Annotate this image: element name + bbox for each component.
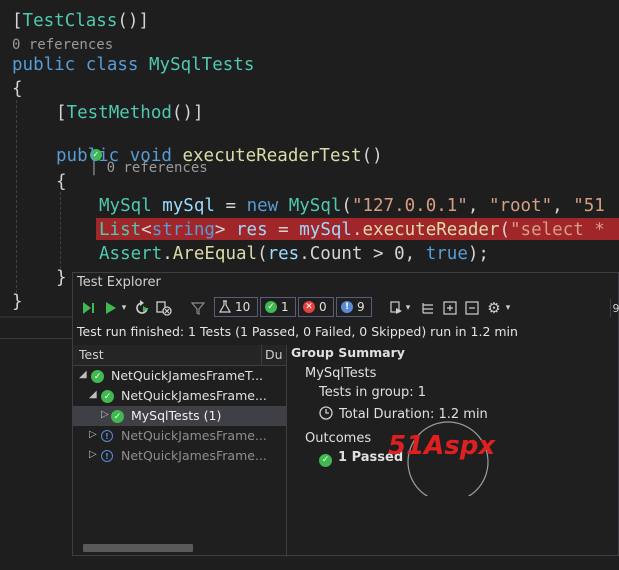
- pass-check-icon: ✓: [111, 410, 124, 423]
- filter-button[interactable]: [189, 299, 207, 317]
- indent-guide: [16, 100, 17, 298]
- pass-check-icon: ✓: [265, 301, 277, 313]
- info-exclamation-icon: !: [341, 301, 353, 313]
- chevron-down-icon: ▾: [405, 303, 411, 313]
- column-divider: [261, 345, 262, 365]
- summary-passed: ✓ 1 Passed: [319, 450, 403, 467]
- test-explorer-panel: Test Explorer ▾ 10 ✓ 1 ✕ 0 ! 9 ▾ ⚙ ▾ 9 T…: [72, 272, 619, 557]
- info-exclamation-icon: !: [101, 430, 113, 442]
- run-status-text: Test run finished: 1 Tests (1 Passed, 0 …: [77, 324, 518, 339]
- cancel-icon: [156, 301, 172, 316]
- code-line-8: List<string> res = mySql.executeReader("…: [99, 220, 605, 240]
- hierarchy-icon: [422, 303, 433, 314]
- code-line-5: public void executeReaderTest(): [56, 146, 383, 166]
- summary-heading: Group Summary: [291, 345, 405, 360]
- tree-item-mysqltests[interactable]: ▷ ✓ MySqlTests (1): [73, 406, 286, 426]
- clock-icon: [319, 406, 333, 420]
- flask-icon: [219, 300, 231, 313]
- tree-item-project[interactable]: ◢ ✓ NetQuickJamesFrameT...: [73, 366, 286, 386]
- info-exclamation-icon: !: [101, 450, 113, 462]
- summary-duration: Total Duration: 1.2 min: [319, 404, 488, 422]
- summary-tests-in-group: Tests in group: 1: [319, 385, 427, 400]
- test-explorer-title: Test Explorer: [77, 275, 161, 290]
- code-line-7: MySql mySql = new MySql("127.0.0.1", "ro…: [99, 196, 605, 216]
- code-line-9: Assert.AreEqual(res.Count > 0, true);: [99, 244, 489, 264]
- column-duration[interactable]: Du: [265, 347, 283, 362]
- filter-icon: [191, 302, 205, 315]
- collapse-all-button[interactable]: [463, 299, 481, 317]
- group-by-button[interactable]: [419, 299, 437, 317]
- code-line-2: public class MySqlTests: [12, 55, 255, 75]
- pane-splitter[interactable]: [286, 345, 287, 557]
- expand-plus-icon: [443, 301, 457, 315]
- pass-check-icon: ✓: [319, 453, 332, 467]
- playlist-dropdown[interactable]: ▾: [403, 299, 413, 317]
- run-button[interactable]: [101, 299, 119, 317]
- not-run-tests-counter[interactable]: ! 9: [336, 297, 372, 317]
- code-line-6: {: [56, 172, 67, 192]
- code-line-1: [TestClass()]: [12, 11, 149, 31]
- passed-tests-counter[interactable]: ✓ 1: [260, 297, 296, 317]
- codelens-class-references[interactable]: 0 references: [12, 37, 113, 53]
- settings-button[interactable]: ⚙: [485, 299, 503, 317]
- chevron-down-icon: ▾: [121, 303, 127, 313]
- run-dropdown[interactable]: ▾: [119, 299, 129, 317]
- run-all-icon: [83, 302, 94, 314]
- summary-outcomes: Outcomes: [305, 431, 372, 446]
- fail-x-icon: ✕: [303, 301, 315, 313]
- tree-item-namespace[interactable]: ◢ ✓ NetQuickJamesFrame...: [73, 386, 286, 406]
- search-box-edge[interactable]: 9: [610, 299, 619, 317]
- expanded-triangle-icon: ◢: [89, 389, 97, 400]
- failed-tests-counter[interactable]: ✕ 0: [298, 297, 334, 317]
- expanded-triangle-icon: ◢: [79, 369, 87, 380]
- pass-check-icon: ✓: [101, 390, 114, 403]
- code-line-3: {: [12, 79, 23, 99]
- collapse-minus-icon: [465, 301, 479, 315]
- tree-horizontal-scrollbar[interactable]: [83, 544, 193, 552]
- tree-item-notrun-2[interactable]: ▷ ! NetQuickJamesFrame...: [73, 446, 286, 466]
- group-summary-pane: Group Summary MySqlTests Tests in group:…: [291, 345, 619, 557]
- code-line-11: }: [12, 292, 23, 312]
- collapsed-triangle-icon: ▷: [101, 409, 109, 420]
- playlist-icon: [390, 301, 402, 314]
- settings-dropdown[interactable]: ▾: [503, 299, 513, 317]
- pass-check-icon: ✓: [91, 370, 104, 383]
- gear-icon: ⚙: [487, 299, 501, 317]
- play-icon: [106, 302, 116, 314]
- expand-all-button[interactable]: [441, 299, 459, 317]
- tree-item-notrun-1[interactable]: ▷ ! NetQuickJamesFrame...: [73, 426, 286, 446]
- run-all-button[interactable]: [79, 299, 97, 317]
- collapsed-triangle-icon: ▷: [89, 449, 97, 460]
- summary-group-name: MySqlTests: [305, 366, 377, 381]
- cancel-run-button[interactable]: [155, 299, 173, 317]
- test-explorer-toolbar: ▾ 10 ✓ 1 ✕ 0 ! 9 ▾ ⚙ ▾ 9: [73, 295, 619, 321]
- tree-column-header: Test Du: [73, 345, 286, 366]
- total-tests-counter[interactable]: 10: [214, 297, 258, 317]
- repeat-last-run-button[interactable]: [133, 299, 151, 317]
- chevron-down-icon: ▾: [505, 303, 511, 313]
- code-line-10: }: [56, 268, 67, 288]
- collapsed-triangle-icon: ▷: [89, 429, 97, 440]
- indent-guide: [60, 192, 61, 274]
- column-test[interactable]: Test: [79, 347, 104, 362]
- code-line-4: [TestMethod()]: [56, 103, 204, 123]
- repeat-icon: [136, 300, 148, 314]
